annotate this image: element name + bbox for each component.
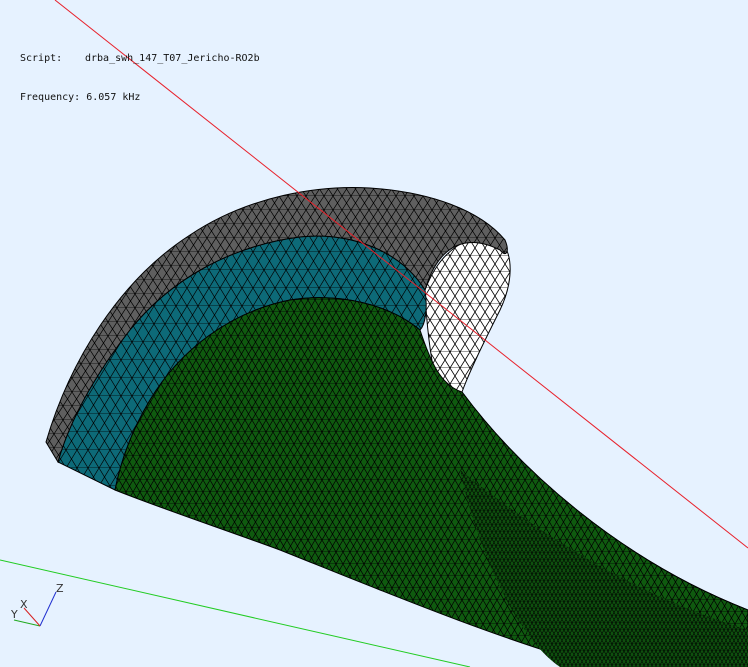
script-value: drba_swh_147_T07_Jericho-RO2b	[85, 53, 260, 64]
z-axis-line	[39, 591, 57, 627]
script-label: Script:	[20, 53, 63, 64]
3d-viewport[interactable]: Z X Y Script: drba_swh_147_T07_Jericho-RO…	[0, 0, 748, 667]
frequency-row: Frequency: 6.057 kHz	[20, 91, 260, 104]
axis-triad: Z X Y	[10, 582, 64, 627]
x-axis-label: X	[20, 598, 28, 611]
script-row: Script: drba_swh_147_T07_Jericho-RO2b	[20, 52, 260, 65]
info-overlay: Script: drba_swh_147_T07_Jericho-RO2b Fre…	[20, 26, 260, 130]
z-axis-label: Z	[56, 582, 64, 595]
frequency-label: Frequency:	[20, 92, 81, 103]
y-axis-label: Y	[10, 608, 18, 621]
frequency-value: 6.057 kHz	[86, 92, 141, 103]
